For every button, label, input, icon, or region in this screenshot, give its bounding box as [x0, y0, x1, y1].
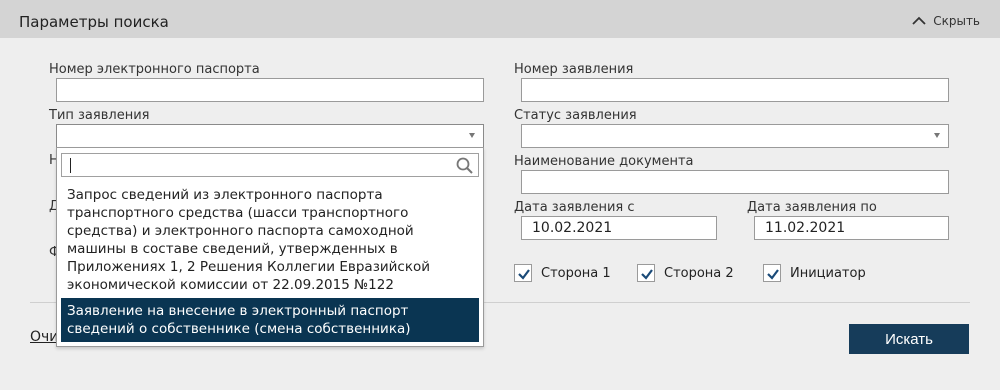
dropdown-search-input[interactable]: [61, 153, 479, 177]
application-type-select[interactable]: [56, 124, 484, 148]
checkmark-icon: [518, 269, 530, 280]
initiator-checkbox[interactable]: [763, 264, 781, 282]
section-title: Параметры поиска: [19, 13, 169, 31]
application-type-label: Тип заявления: [49, 108, 150, 123]
chevron-up-icon: [911, 16, 927, 26]
caret-down-icon: [469, 133, 475, 138]
date-from-label: Дата заявления с: [514, 200, 635, 215]
date-to-input[interactable]: 11.02.2021: [754, 216, 949, 240]
dropdown-option[interactable]: Запрос сведений из электронного паспорта…: [61, 186, 479, 294]
hide-toggle[interactable]: Скрыть: [911, 14, 980, 28]
search-icon: [456, 157, 473, 174]
application-status-label: Статус заявления: [514, 108, 637, 123]
caret-down-icon: [934, 133, 940, 138]
search-params-header: Параметры поиска Скрыть: [0, 0, 1000, 38]
side1-label: Сторона 1: [541, 266, 611, 281]
text-cursor: [70, 158, 71, 173]
hide-label: Скрыть: [933, 14, 980, 28]
passport-number-label: Номер электронного паспорта: [49, 62, 260, 77]
application-number-input[interactable]: [521, 78, 949, 102]
checkmark-icon: [767, 269, 779, 280]
date-from-input[interactable]: 10.02.2021: [521, 216, 717, 240]
dropdown-option-highlighted[interactable]: Заявление на внесение в электронный пасп…: [61, 298, 479, 342]
side2-label: Сторона 2: [664, 266, 734, 281]
search-button[interactable]: Искать: [849, 324, 969, 354]
side1-checkbox[interactable]: [514, 264, 532, 282]
initiator-label: Инициатор: [790, 266, 866, 281]
checkmark-icon: [641, 269, 653, 280]
application-status-select[interactable]: [521, 124, 949, 148]
document-name-input[interactable]: [521, 170, 949, 194]
date-to-label: Дата заявления по: [747, 200, 877, 215]
application-number-label: Номер заявления: [514, 62, 634, 77]
side2-checkbox[interactable]: [637, 264, 655, 282]
passport-number-input[interactable]: [56, 78, 484, 102]
document-name-label: Наименование документа: [514, 154, 694, 169]
application-type-dropdown: Запрос сведений из электронного паспорта…: [56, 147, 484, 347]
